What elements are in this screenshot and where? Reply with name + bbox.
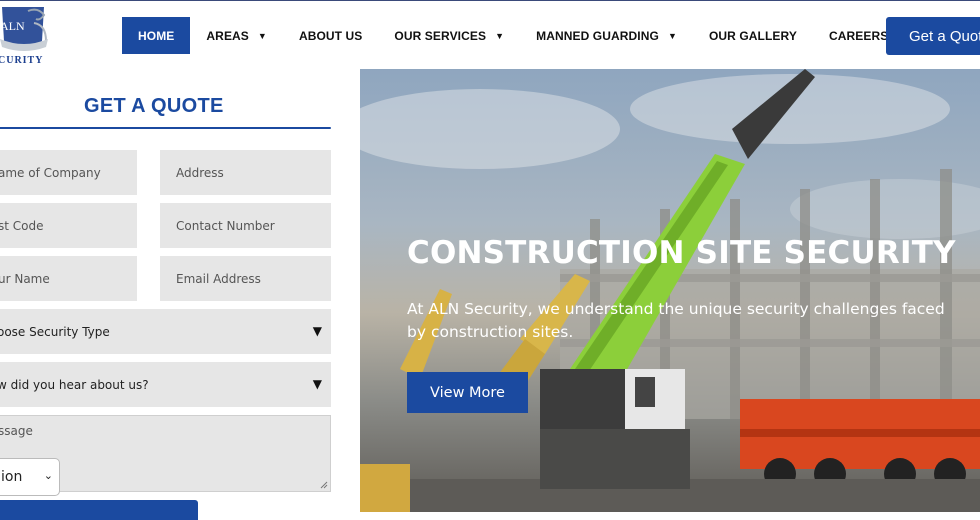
- nav-about-us[interactable]: ABOUT US: [283, 17, 378, 54]
- title-divider: [0, 127, 331, 129]
- hero-title: CONSTRUCTION SITE SECURITY: [407, 235, 956, 271]
- nav-areas-label: AREAS: [206, 28, 249, 43]
- email-address-input[interactable]: Email Address: [160, 256, 331, 301]
- aln-security-logo[interactable]: ALN CURITY: [0, 1, 50, 69]
- get-a-quote-button[interactable]: Get a Quote: [886, 17, 980, 55]
- nav-home[interactable]: HOME: [122, 17, 191, 54]
- email-address-placeholder: Email Address: [176, 271, 261, 286]
- company-name-placeholder: ame of Company: [0, 165, 101, 180]
- dropdown-arrow-icon: ▼: [312, 377, 322, 391]
- nav-manned-guarding[interactable]: MANNED GUARDING ▼: [520, 17, 693, 54]
- nav-careers-label: CAREERS: [828, 28, 889, 43]
- post-code-placeholder: st Code: [0, 218, 44, 233]
- nav-our-services-label: OUR SERVICES: [394, 28, 487, 43]
- resize-handle-icon[interactable]: [320, 481, 328, 489]
- site-header: ALN CURITY HOME AREAS ▼ ABOUT US OUR SERV…: [0, 0, 980, 69]
- caret-down-icon: ▼: [257, 30, 267, 41]
- form-title: GET A QUOTE: [84, 95, 224, 117]
- nav-home-label: HOME: [138, 28, 175, 43]
- nav-manned-guarding-label: MANNED GUARDING: [536, 28, 659, 43]
- contact-number-placeholder: Contact Number: [176, 218, 275, 233]
- company-name-input[interactable]: ame of Company: [0, 150, 137, 195]
- caret-down-icon: ▼: [667, 30, 677, 41]
- contact-number-input[interactable]: Contact Number: [160, 203, 331, 248]
- hero-description: At ALN Security, we understand the uniqu…: [407, 300, 945, 341]
- dropdown-arrow-icon: ▼: [312, 324, 322, 338]
- your-name-placeholder: ur Name: [0, 271, 50, 286]
- quote-form-panel: GET A QUOTE ame of Company Address st Co…: [0, 69, 360, 520]
- nav-about-us-label: ABOUT US: [298, 28, 363, 43]
- hear-about-us-value: w did you hear about us?: [0, 377, 149, 392]
- address-placeholder: Address: [176, 165, 224, 180]
- hear-about-us-select[interactable]: w did you hear about us? ▼: [0, 362, 331, 407]
- logo-text-top: ALN: [0, 19, 25, 33]
- option-select[interactable]: ion ⌄: [0, 458, 60, 496]
- logo-text-bottom: CURITY: [0, 55, 44, 66]
- address-input[interactable]: Address: [160, 150, 331, 195]
- nav-our-gallery-label: OUR GALLERY: [708, 28, 797, 43]
- main-nav: HOME AREAS ▼ ABOUT US OUR SERVICES ▼ MANNE…: [122, 17, 904, 54]
- nav-areas[interactable]: AREAS ▼: [190, 17, 283, 54]
- option-select-value: ion: [1, 469, 23, 485]
- construction-site-image: [360, 69, 980, 512]
- submit-button[interactable]: [0, 500, 198, 520]
- post-code-input[interactable]: st Code: [0, 203, 137, 248]
- message-placeholder: ssage: [0, 424, 33, 438]
- view-more-button[interactable]: View More: [407, 372, 528, 413]
- hero-banner: CONSTRUCTION SITE SECURITY At ALN Securi…: [360, 69, 980, 512]
- caret-down-icon: ▼: [495, 30, 505, 41]
- nav-our-services[interactable]: OUR SERVICES ▼: [378, 17, 520, 54]
- security-type-select[interactable]: oose Security Type ▼: [0, 309, 331, 354]
- chevron-down-icon: ⌄: [43, 469, 53, 482]
- nav-our-gallery[interactable]: OUR GALLERY: [693, 17, 813, 54]
- security-type-value: oose Security Type: [0, 324, 110, 339]
- your-name-input[interactable]: ur Name: [0, 256, 137, 301]
